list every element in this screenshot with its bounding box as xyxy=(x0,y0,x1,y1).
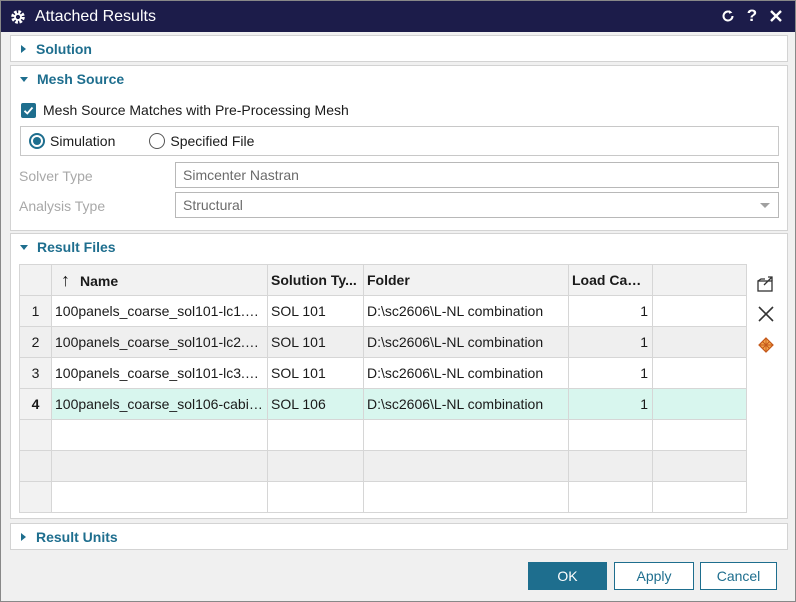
result-units-section: Result Units xyxy=(10,523,788,550)
folder-cell[interactable]: D:\sc2606\L-NL combination xyxy=(363,357,569,389)
name-column-header[interactable]: ↑ Name xyxy=(51,264,268,296)
specified-file-radio-label: Specified File xyxy=(170,133,255,149)
file-name-cell[interactable]: 100panels_coarse_sol101-lc3.op2 xyxy=(51,357,268,389)
title-bar[interactable]: Attached Results ? xyxy=(1,1,795,32)
table-row-selected[interactable]: 4 100panels_coarse_sol106-cabin... SOL 1… xyxy=(19,388,747,420)
spare-column-header xyxy=(652,264,747,296)
solver-type-field: Simcenter Nastran xyxy=(175,162,779,188)
simulation-radio[interactable]: Simulation xyxy=(29,133,115,149)
table-header-row: ↑ Name Solution Ty... Folder Load Cases xyxy=(19,264,747,296)
file-name-cell[interactable]: 100panels_coarse_sol106-cabin... xyxy=(51,388,268,420)
solver-type-label: Solver Type xyxy=(19,168,93,184)
folder-cell[interactable]: D:\sc2606\L-NL combination xyxy=(363,295,569,327)
spare-cell xyxy=(652,326,747,358)
radio-selected-icon xyxy=(29,133,45,149)
solution-type-cell[interactable]: SOL 106 xyxy=(267,388,364,420)
radio-unselected-icon xyxy=(149,133,166,149)
row-number: 2 xyxy=(19,326,52,358)
row-number-header xyxy=(19,264,52,296)
mesh-source-radio-group: Simulation Specified File xyxy=(20,126,779,156)
result-files-section-header[interactable]: Result Files xyxy=(11,234,787,260)
solution-type-cell[interactable]: SOL 101 xyxy=(267,326,364,358)
expand-arrow-icon xyxy=(21,533,26,541)
analysis-type-value: Structural xyxy=(183,197,243,213)
spare-cell xyxy=(652,357,747,389)
empty-row xyxy=(19,481,747,513)
load-cases-column-header[interactable]: Load Cases xyxy=(568,264,653,296)
specified-file-radio[interactable]: Specified File xyxy=(149,133,254,149)
spare-cell xyxy=(652,295,747,327)
row-number: 1 xyxy=(19,295,52,327)
load-cases-cell[interactable]: 1 xyxy=(568,295,653,327)
result-units-section-label: Result Units xyxy=(36,529,118,545)
open-file-icon[interactable] xyxy=(753,270,779,296)
remove-icon[interactable] xyxy=(753,301,779,327)
mesh-icon[interactable] xyxy=(753,332,779,358)
solution-type-cell[interactable]: SOL 101 xyxy=(267,295,364,327)
mesh-source-section-label: Mesh Source xyxy=(37,71,125,87)
close-icon[interactable] xyxy=(765,4,787,28)
attached-results-dialog: Attached Results ? Solution Mesh Source xyxy=(0,0,796,602)
ok-button[interactable]: OK xyxy=(528,562,607,590)
row-number: 4 xyxy=(19,388,52,420)
solution-section: Solution xyxy=(10,35,788,62)
collapse-arrow-icon xyxy=(20,76,28,82)
solution-type-column-header[interactable]: Solution Ty... xyxy=(267,264,364,296)
analysis-type-dropdown: Structural xyxy=(175,192,779,218)
expand-arrow-icon xyxy=(21,45,26,53)
gear-icon xyxy=(7,6,29,28)
solution-section-header[interactable]: Solution xyxy=(11,36,787,62)
help-icon[interactable]: ? xyxy=(741,4,763,28)
solution-section-label: Solution xyxy=(36,41,92,57)
row-number: 3 xyxy=(19,357,52,389)
folder-cell[interactable]: D:\sc2606\L-NL combination xyxy=(363,326,569,358)
table-row[interactable]: 2 100panels_coarse_sol101-lc2.op2 SOL 10… xyxy=(19,326,747,358)
empty-row xyxy=(19,419,747,451)
table-row[interactable]: 3 100panels_coarse_sol101-lc3.op2 SOL 10… xyxy=(19,357,747,389)
apply-button[interactable]: Apply xyxy=(614,562,694,590)
analysis-type-label: Analysis Type xyxy=(19,198,106,214)
reset-icon[interactable] xyxy=(717,4,739,28)
window-title: Attached Results xyxy=(35,7,156,25)
name-header-label: Name xyxy=(80,272,119,289)
mesh-source-match-checkbox-row[interactable]: Mesh Source Matches with Pre-Processing … xyxy=(21,102,349,118)
load-cases-cell[interactable]: 1 xyxy=(568,388,653,420)
result-files-section: Result Files ↑ Name Solution Ty... Folder… xyxy=(10,233,788,519)
solution-type-cell[interactable]: SOL 101 xyxy=(267,357,364,389)
folder-cell[interactable]: D:\sc2606\L-NL combination xyxy=(363,388,569,420)
mesh-source-match-checkbox[interactable] xyxy=(21,102,36,118)
spare-cell xyxy=(652,388,747,420)
chevron-down-icon xyxy=(760,203,770,208)
load-cases-cell[interactable]: 1 xyxy=(568,326,653,358)
file-name-cell[interactable]: 100panels_coarse_sol101-lc1.op2 xyxy=(51,295,268,327)
mesh-source-match-label: Mesh Source Matches with Pre-Processing … xyxy=(43,102,349,118)
sort-ascending-icon[interactable]: ↑ xyxy=(61,270,70,290)
result-files-table: ↑ Name Solution Ty... Folder Load Cases 1… xyxy=(19,264,747,513)
empty-row xyxy=(19,450,747,482)
file-name-cell[interactable]: 100panels_coarse_sol101-lc2.op2 xyxy=(51,326,268,358)
load-cases-cell[interactable]: 1 xyxy=(568,357,653,389)
table-row[interactable]: 1 100panels_coarse_sol101-lc1.op2 SOL 10… xyxy=(19,295,747,327)
collapse-arrow-icon xyxy=(20,244,28,250)
cancel-button[interactable]: Cancel xyxy=(700,562,777,590)
folder-column-header[interactable]: Folder xyxy=(363,264,569,296)
simulation-radio-label: Simulation xyxy=(50,133,116,149)
result-units-section-header[interactable]: Result Units xyxy=(11,524,787,550)
mesh-source-section-header[interactable]: Mesh Source xyxy=(11,66,787,92)
mesh-source-section: Mesh Source Mesh Source Matches with Pre… xyxy=(10,65,788,231)
result-files-section-label: Result Files xyxy=(37,239,116,255)
